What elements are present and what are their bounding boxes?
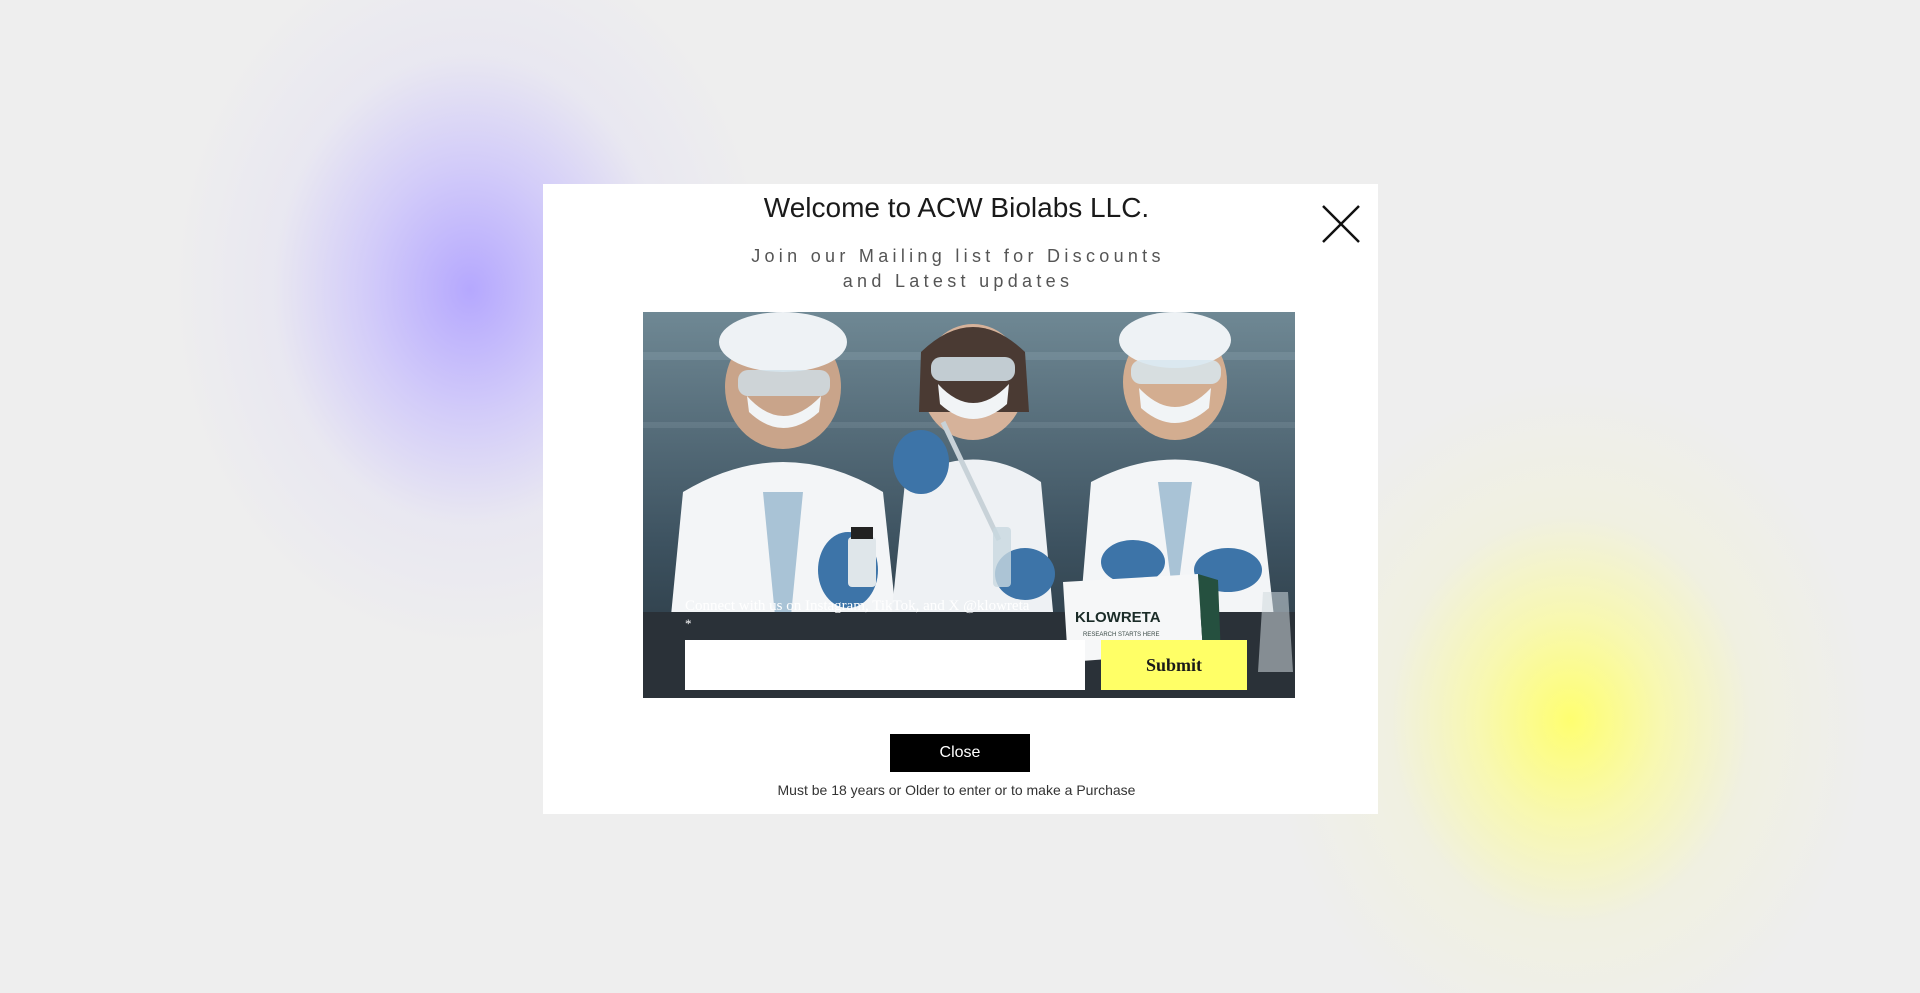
email-input[interactable] (685, 640, 1085, 690)
popup-title: Welcome to ACW Biolabs LLC. (763, 192, 1150, 223)
newsletter-popup: Welcome to ACW Biolabs LLC. Join our Mai… (543, 184, 1378, 814)
close-x-icon[interactable] (1319, 202, 1363, 246)
age-restriction-notice: Must be 18 years or Older to enter or to… (777, 782, 1136, 798)
submit-button[interactable]: Submit (1101, 640, 1247, 690)
signup-form-panel: KLOWRETA RESEARCH STARTS HERE Connect wi… (643, 312, 1295, 698)
popup-subtitle: Join our Mailing list for Discounts and … (751, 246, 1165, 291)
close-button[interactable]: Close (890, 734, 1030, 772)
required-asterisk: * (685, 616, 692, 631)
box-tagline-text: RESEARCH STARTS HERE (1083, 632, 1159, 638)
box-brand-text: KLOWRETA (1075, 609, 1161, 626)
social-connect-text: Connect with us on Instagram, TikTok, an… (685, 598, 1030, 614)
